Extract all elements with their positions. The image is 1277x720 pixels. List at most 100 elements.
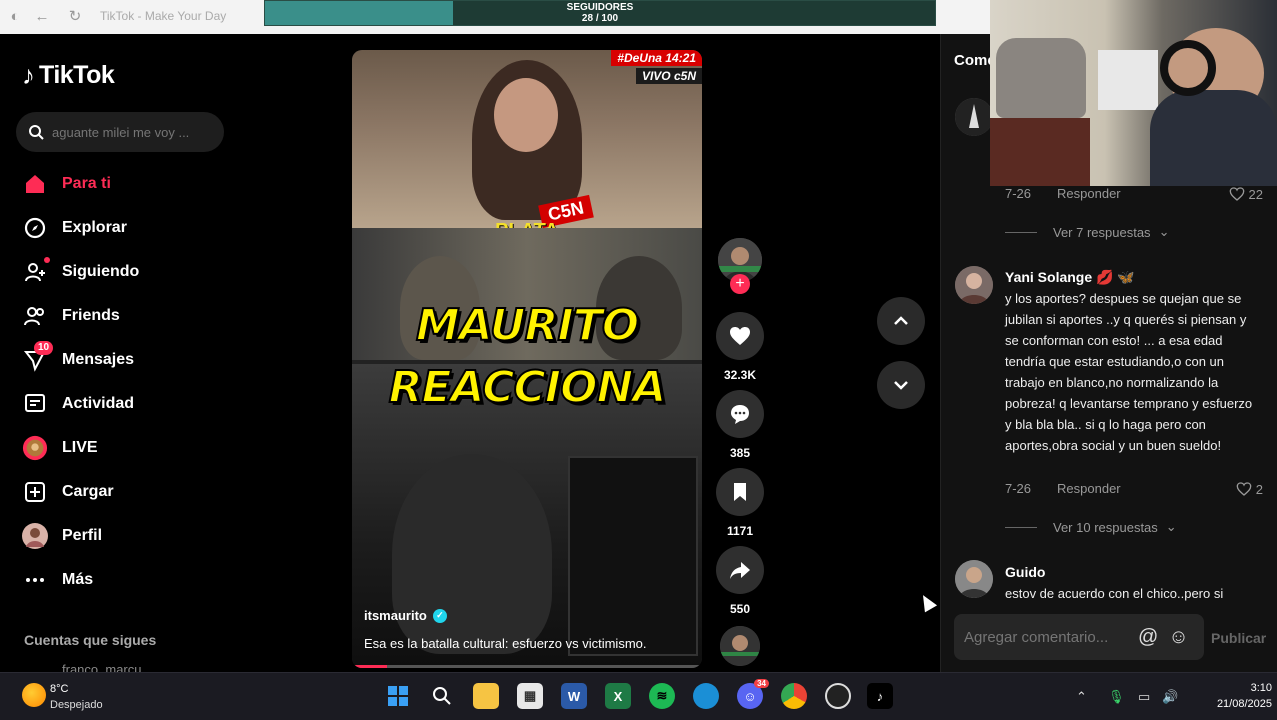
tray-chevron-up-icon[interactable]: ⌃ (1076, 689, 1087, 705)
emoji-icon[interactable]: ☺ (1168, 626, 1188, 649)
nav-label: Mensajes (62, 351, 135, 368)
tiktok-taskbar-icon[interactable]: ♪ (867, 683, 893, 709)
comment-author[interactable]: Yani Solange 💋 🦋 (1005, 269, 1135, 286)
reply-button[interactable]: Responder (1057, 481, 1121, 496)
view-replies-button[interactable]: Ver 7 respuestas ⌄ (1005, 224, 1169, 240)
windows-start-icon[interactable] (385, 683, 411, 709)
publish-button[interactable]: Publicar (1211, 630, 1266, 646)
webcam-overlay (990, 0, 1277, 186)
news-live: VIVO c5N (635, 68, 702, 84)
nav-item-live[interactable]: LIVE (22, 433, 98, 463)
discord-badge: 34 (754, 679, 769, 688)
video-progress-bar[interactable] (352, 665, 702, 668)
nav-item-mas[interactable]: Más (22, 565, 93, 595)
nav-item-siguiendo[interactable]: Siguiendo (22, 257, 139, 287)
upload-icon (22, 479, 48, 505)
follow-plus-button[interactable]: + (730, 274, 750, 294)
share-button[interactable] (716, 546, 764, 594)
search-icon (29, 125, 44, 140)
file-explorer-icon[interactable] (473, 683, 499, 709)
chevron-up-icon (894, 316, 908, 325)
heart-outline-icon (1236, 482, 1252, 496)
reload-icon[interactable]: ↻ (66, 8, 84, 26)
view-replies-label: Ver 7 respuestas (1053, 224, 1151, 240)
nav-item-explorar[interactable]: Explorar (22, 213, 127, 243)
more-icon (22, 567, 48, 593)
chrome-icon[interactable] (781, 683, 807, 709)
clock-date[interactable]: 21/08/2025 (1202, 698, 1272, 710)
store-icon[interactable]: ▦ (517, 683, 543, 709)
back-arrow-icon[interactable]: ← (33, 8, 51, 26)
tiktok-logo[interactable]: ♪ TikTok (22, 60, 115, 91)
friends-icon (22, 303, 48, 329)
video-author[interactable]: itsmaurito ✓ (364, 608, 447, 623)
nav-item-actividad[interactable]: Actividad (22, 389, 134, 419)
nav-item-friends[interactable]: Friends (22, 301, 120, 331)
nav-item-perfil[interactable]: Perfil (22, 521, 102, 551)
word-icon[interactable]: W (561, 683, 587, 709)
comment-input[interactable] (964, 628, 1134, 646)
weather-icon[interactable] (22, 683, 46, 707)
video-person (392, 454, 552, 654)
sound-disc[interactable] (720, 626, 760, 666)
webcam-person-body (1150, 90, 1277, 186)
lips-emoji-icon: 💋 (1096, 269, 1114, 285)
save-button[interactable] (716, 468, 764, 516)
next-video-button[interactable] (877, 361, 925, 409)
edge-icon[interactable] (693, 683, 719, 709)
nav-label: Más (62, 571, 94, 588)
comment-like[interactable]: 2 (1236, 481, 1263, 497)
sidebar: ♪ TikTok Para ti Explorar Siguiendo Frie… (0, 34, 350, 677)
live-icon (22, 435, 48, 461)
shares-count: 550 (729, 602, 751, 616)
previous-video-button[interactable] (877, 297, 925, 345)
nav-label: Para ti (62, 175, 111, 192)
add-comment-box[interactable]: @ ☺ (954, 614, 1204, 660)
video-username[interactable]: itsmaurito (364, 608, 427, 623)
video-title-line1: MAURITO (415, 299, 640, 352)
comment-like-count: 2 (1255, 481, 1263, 497)
replies-divider (1005, 231, 1037, 233)
messages-icon: 10 (22, 341, 54, 373)
network-icon[interactable]: ▭ (1138, 689, 1150, 705)
search-box[interactable] (16, 112, 224, 152)
obs-icon[interactable] (825, 683, 851, 709)
like-button[interactable] (716, 312, 764, 360)
search-icon[interactable] (429, 683, 455, 709)
nav-item-mensajes[interactable]: 10 Mensajes (22, 341, 135, 375)
home-icon (22, 171, 48, 197)
comment-avatar[interactable] (955, 266, 993, 304)
chevron-down-icon (894, 381, 908, 390)
verified-icon: ✓ (432, 608, 447, 623)
comment-button[interactable] (716, 390, 764, 438)
mention-icon[interactable]: @ (1138, 626, 1158, 649)
nav-item-para-ti[interactable]: Para ti (22, 169, 111, 199)
video-player[interactable]: #DeUna 14:21 VIVO c5N C5N PLATA MAURITO … (352, 50, 702, 668)
nav-label: Siguiendo (62, 263, 140, 280)
microphone-icon[interactable]: 🎙 (1108, 689, 1125, 705)
notification-dot (44, 257, 50, 263)
nav-item-cargar[interactable]: Cargar (22, 477, 114, 507)
view-replies-button[interactable]: Ver 10 respuestas ⌄ (1005, 519, 1177, 535)
nav-label: Actividad (62, 395, 135, 412)
comment-like[interactable]: 22 (1229, 186, 1263, 202)
video-monitor (568, 456, 698, 656)
butterfly-emoji-icon: 🦋 (1117, 269, 1135, 285)
video-title-line2: REACCIONA (388, 361, 668, 414)
discord-icon[interactable]: ☺ 34 (737, 679, 769, 709)
following-icon (22, 257, 50, 285)
excel-icon[interactable]: X (605, 683, 631, 709)
comment-avatar[interactable] (955, 98, 993, 136)
profile-avatar (22, 523, 48, 549)
spotify-icon[interactable]: ≋ (649, 683, 675, 709)
webcam-mug (990, 118, 1090, 186)
messages-badge: 10 (34, 341, 54, 355)
volume-icon[interactable]: 🔊 (1162, 689, 1178, 705)
search-input[interactable] (52, 124, 202, 140)
headset-icon (1160, 40, 1216, 96)
comment-author-name[interactable]: Guido (1005, 564, 1045, 580)
comment-avatar[interactable] (955, 560, 993, 598)
reply-button[interactable]: Responder (1057, 186, 1121, 201)
clock-time[interactable]: 3:10 (1212, 682, 1272, 694)
nav-label: Cargar (62, 483, 114, 500)
